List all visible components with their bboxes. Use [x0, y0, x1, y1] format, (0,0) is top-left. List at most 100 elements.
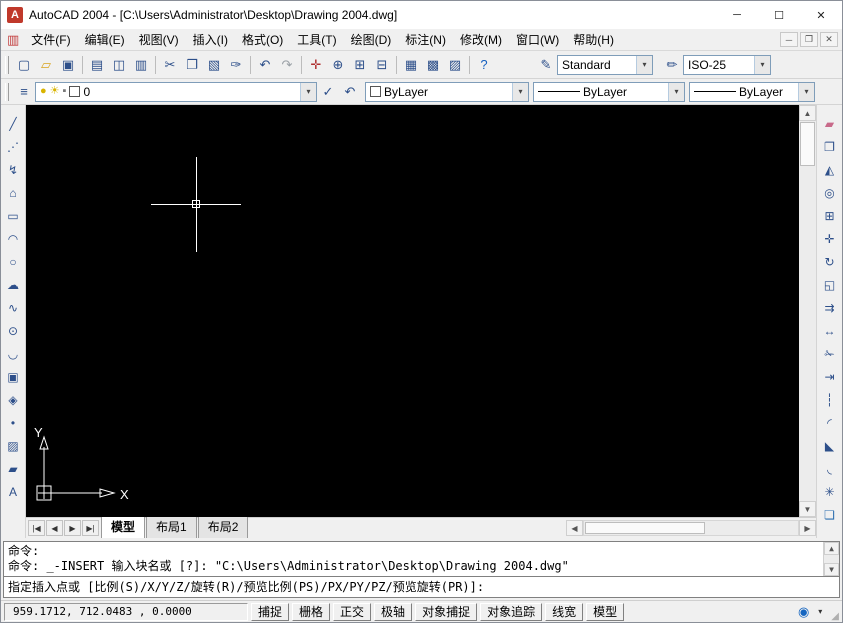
chamfer-icon[interactable]: ◣ — [819, 435, 840, 456]
scroll-down-icon[interactable]: ▼ — [824, 563, 839, 576]
hatch-icon[interactable]: ▨ — [3, 435, 24, 456]
color-control-combo[interactable]: ByLayer ▾ — [365, 82, 529, 102]
scroll-up-icon[interactable]: ▲ — [799, 105, 816, 121]
tab-nav-button[interactable]: ◀ — [46, 520, 63, 536]
extend-icon[interactable]: ⇥ — [819, 366, 840, 387]
command-input-line[interactable]: 指定插入点或 [比例(S)/X/Y/Z/旋转(R)/预览比例(PS)/PX/PY… — [4, 576, 839, 597]
layer-properties-manager-icon[interactable]: ≡ — [13, 81, 35, 103]
zoom-realtime-icon[interactable]: ⊕ — [327, 54, 349, 76]
communication-center-icon[interactable]: ◉ — [798, 604, 809, 620]
tab-nav-button[interactable]: |◀ — [28, 520, 45, 536]
menu-item[interactable]: 工具(T) — [290, 28, 343, 51]
line-icon[interactable]: ╱ — [3, 113, 24, 134]
close-button[interactable]: ✕ — [800, 1, 842, 29]
ortho-toggle[interactable]: 正交 — [333, 603, 371, 621]
save-icon[interactable]: ▣ — [57, 54, 79, 76]
menu-item[interactable]: 绘图(D) — [344, 28, 399, 51]
construction-line-icon[interactable]: ⋰ — [3, 136, 24, 157]
publish-icon[interactable]: ▥ — [130, 54, 152, 76]
offset-icon[interactable]: ◎ — [819, 182, 840, 203]
spline-icon[interactable]: ∿ — [3, 297, 24, 318]
toolbar-grip[interactable] — [5, 56, 9, 74]
tab-model[interactable]: 模型 — [101, 515, 145, 538]
open-icon[interactable]: ▱ — [35, 54, 57, 76]
mdi-close-button[interactable]: ✕ — [820, 32, 838, 47]
scroll-down-icon[interactable]: ▼ — [799, 501, 816, 517]
layer-previous-icon[interactable]: ↶ — [339, 81, 361, 103]
vertical-scrollbar[interactable]: ▲ ▼ — [799, 105, 816, 517]
snap-toggle[interactable]: 捕捉 — [251, 603, 289, 621]
arc-icon[interactable]: ◠ — [3, 228, 24, 249]
designcenter-icon[interactable]: ▩ — [422, 54, 444, 76]
zoom-window-icon[interactable]: ⊞ — [349, 54, 371, 76]
qnew-icon[interactable]: ▢ — [13, 54, 35, 76]
cut-icon[interactable]: ✂ — [159, 54, 181, 76]
chevron-down-icon[interactable]: ▾ — [754, 56, 770, 74]
grid-toggle[interactable]: 栅格 — [292, 603, 330, 621]
tab-layout2[interactable]: 布局2 — [198, 515, 249, 538]
scroll-right-icon[interactable]: ▶ — [799, 520, 816, 536]
menu-item[interactable]: 格式(O) — [235, 28, 290, 51]
plot-preview-icon[interactable]: ◫ — [108, 54, 130, 76]
tab-nav-button[interactable]: ▶ — [64, 520, 81, 536]
tab-layout1[interactable]: 布局1 — [146, 515, 197, 538]
polyline-icon[interactable]: ↯ — [3, 159, 24, 180]
mtext-icon[interactable]: A — [3, 481, 24, 502]
rectangle-icon[interactable]: ▭ — [3, 205, 24, 226]
toolbar-grip[interactable] — [5, 83, 9, 101]
chevron-down-icon[interactable]: ▾ — [636, 56, 652, 74]
lineweight-toggle[interactable]: 线宽 — [545, 603, 583, 621]
copy-clip-icon[interactable]: ❐ — [181, 54, 203, 76]
menu-item[interactable]: 视图(V) — [132, 28, 186, 51]
make-object-layer-current-icon[interactable]: ✓ — [317, 81, 339, 103]
explode-icon[interactable]: ✳ — [819, 481, 840, 502]
horizontal-scrollbar[interactable]: ◀ ▶ — [566, 520, 816, 537]
array-icon[interactable]: ⊞ — [819, 205, 840, 226]
help-icon[interactable]: ? — [473, 54, 495, 76]
resize-grip-icon[interactable]: ◢ — [831, 612, 839, 622]
chevron-down-icon[interactable]: ▾ — [512, 83, 528, 101]
undo-icon[interactable]: ↶ — [254, 54, 276, 76]
menu-item[interactable]: 编辑(E) — [78, 28, 132, 51]
stretch-icon[interactable]: ⇉ — [819, 297, 840, 318]
match-properties-icon[interactable]: ✑ — [225, 54, 247, 76]
dim-style-combo[interactable]: ISO-25 ▾ — [683, 55, 771, 75]
menu-item[interactable]: 文件(F) — [24, 28, 77, 51]
chevron-down-icon[interactable]: ▾ — [798, 83, 814, 101]
draworder-icon[interactable]: ❏ — [819, 504, 840, 525]
mirror-icon[interactable]: ◭ — [819, 159, 840, 180]
point-icon[interactable]: • — [3, 412, 24, 433]
menu-item[interactable]: 修改(M) — [453, 28, 509, 51]
chevron-down-icon[interactable]: ▾ — [300, 83, 316, 101]
otrack-toggle[interactable]: 对象追踪 — [480, 603, 542, 621]
rotate-icon[interactable]: ↻ — [819, 251, 840, 272]
scroll-left-icon[interactable]: ◀ — [566, 520, 583, 536]
mdi-minimize-button[interactable]: ─ — [780, 32, 798, 47]
scale-icon[interactable]: ◱ — [819, 274, 840, 295]
fillet-icon[interactable]: ◟ — [819, 458, 840, 479]
lengthen-icon[interactable]: ↔ — [819, 320, 840, 341]
menu-item[interactable]: 窗口(W) — [509, 28, 566, 51]
region-icon[interactable]: ▰ — [3, 458, 24, 479]
pan-realtime-icon[interactable]: ✛ — [305, 54, 327, 76]
maximize-button[interactable]: ☐ — [758, 1, 800, 29]
insert-block-icon[interactable]: ▣ — [3, 366, 24, 387]
trim-icon[interactable]: ✁ — [819, 343, 840, 364]
copy-object-icon[interactable]: ❐ — [819, 136, 840, 157]
break-icon[interactable]: ◜ — [819, 412, 840, 433]
layer-combo[interactable]: ●☀▪ 0 ▾ — [35, 82, 317, 102]
polygon-icon[interactable]: ⌂ — [3, 182, 24, 203]
tab-nav-button[interactable]: ▶| — [82, 520, 99, 536]
chevron-down-icon[interactable]: ▾ — [668, 83, 684, 101]
text-style-combo[interactable]: Standard ▾ — [557, 55, 653, 75]
drawing-canvas[interactable]: Y X — [26, 105, 799, 517]
tool-palettes-icon[interactable]: ▨ — [444, 54, 466, 76]
menu-item[interactable]: 标注(N) — [398, 28, 453, 51]
plot-icon[interactable]: ▤ — [86, 54, 108, 76]
polar-toggle[interactable]: 极轴 — [374, 603, 412, 621]
model-space-toggle[interactable]: 模型 — [586, 603, 624, 621]
menu-item[interactable]: 帮助(H) — [566, 28, 621, 51]
make-block-icon[interactable]: ◈ — [3, 389, 24, 410]
linetype-control-combo[interactable]: ByLayer ▾ — [533, 82, 685, 102]
osnap-toggle[interactable]: 对象捕捉 — [415, 603, 477, 621]
